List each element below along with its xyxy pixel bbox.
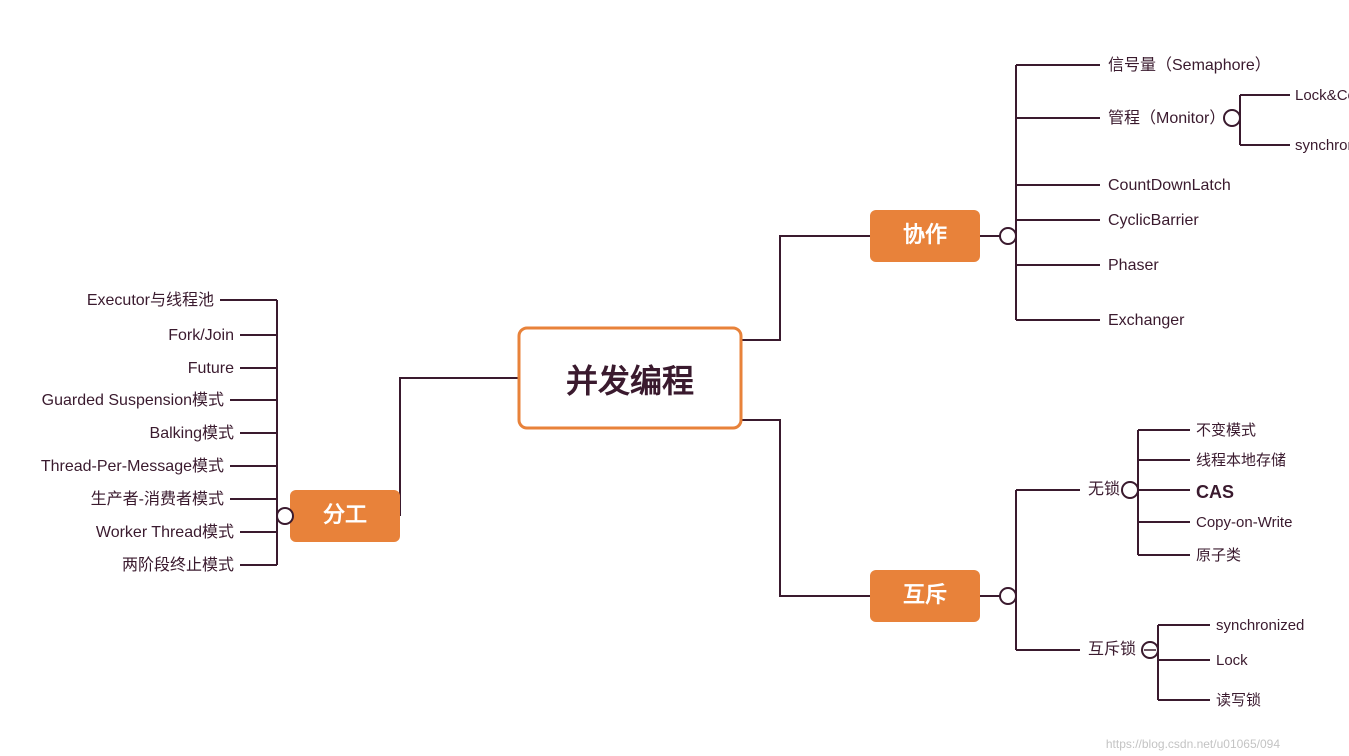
wusuo-circle bbox=[1122, 482, 1138, 498]
leaf-exchanger: Exchanger bbox=[1108, 312, 1185, 329]
fengong-circle bbox=[277, 508, 293, 524]
leaf-semaphore: 信号量（Semaphore） bbox=[1108, 56, 1271, 74]
mindmap: 并发编程 协作 信号量（Semaphore） 管程（Monitor） Lock&… bbox=[0, 0, 1349, 756]
label-huchisuo: 互斥锁 bbox=[1088, 640, 1136, 658]
monitor-circle bbox=[1224, 110, 1240, 126]
leaf-cow: Copy-on-Write bbox=[1196, 514, 1292, 531]
leaf-balking: Balking模式 bbox=[150, 424, 234, 442]
connector-xiezuo bbox=[740, 236, 870, 340]
leaf-cyclicbarrier: CyclicBarrier bbox=[1108, 212, 1199, 229]
label-wusuo: 无锁 bbox=[1088, 480, 1120, 498]
connector-huchi bbox=[740, 420, 870, 596]
leaf-atomics: 原子类 bbox=[1196, 547, 1241, 564]
branch-fengong-label: 分工 bbox=[323, 502, 367, 527]
xiezuo-circle bbox=[1000, 228, 1016, 244]
leaf-synchronized1: synchronized bbox=[1295, 137, 1349, 154]
leaf-rwlock: 读写锁 bbox=[1216, 692, 1261, 709]
leaf-bubian: 不变模式 bbox=[1196, 422, 1256, 439]
branch-huchi-label: 互斥 bbox=[903, 582, 947, 607]
huchi-circle bbox=[1000, 588, 1016, 604]
leaf-cas: CAS bbox=[1196, 482, 1234, 502]
watermark: https://blog.csdn.net/u01065/094 bbox=[1106, 737, 1280, 751]
leaf-executor: Executor与线程池 bbox=[87, 291, 214, 309]
leaf-guarded: Guarded Suspension模式 bbox=[42, 391, 224, 409]
branch-xiezuo-label: 协作 bbox=[903, 222, 947, 247]
leaf-tpm: Thread-Per-Message模式 bbox=[41, 457, 224, 475]
leaf-producerconsumer: 生产者-消费者模式 bbox=[91, 490, 224, 508]
leaf-workerthread: Worker Thread模式 bbox=[96, 523, 234, 541]
leaf-countdownlatch: CountDownLatch bbox=[1108, 177, 1231, 194]
leaf-twophase: 两阶段终止模式 bbox=[122, 556, 234, 574]
center-label: 并发编程 bbox=[566, 363, 694, 399]
leaf-synchronized2: synchronized bbox=[1216, 617, 1304, 634]
leaf-monitor: 管程（Monitor） bbox=[1108, 109, 1225, 127]
leaf-future: Future bbox=[188, 360, 234, 377]
leaf-lock: Lock bbox=[1216, 652, 1248, 669]
leaf-forkjoin: Fork/Join bbox=[168, 327, 234, 344]
leaf-phaser: Phaser bbox=[1108, 257, 1159, 274]
leaf-threadlocal: 线程本地存储 bbox=[1196, 452, 1286, 469]
connector-fengong-h bbox=[400, 378, 520, 516]
leaf-lock-condition: Lock&Condition bbox=[1295, 87, 1349, 104]
